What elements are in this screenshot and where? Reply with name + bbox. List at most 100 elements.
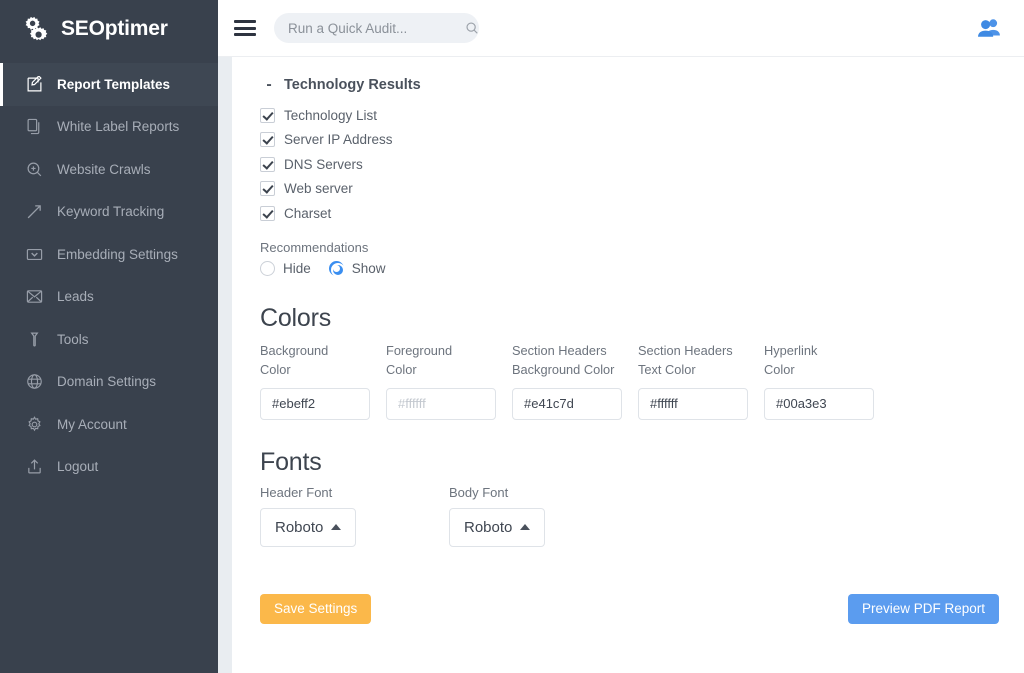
color-field-background-color: Background Color: [260, 341, 386, 420]
sidebar-item-label: Tools: [57, 332, 89, 347]
hamburger-icon[interactable]: [234, 20, 256, 36]
color-field-label: Foreground Color: [386, 341, 512, 379]
radio-row-show[interactable]: Show: [329, 261, 386, 276]
font-field-body-font: Body Font Roboto: [449, 485, 638, 547]
sidebar-item-keyword-tracking[interactable]: Keyword Tracking: [0, 191, 218, 234]
sidebar-item-my-account[interactable]: My Account: [0, 403, 218, 446]
sidebar-item-logout[interactable]: Logout: [0, 446, 218, 489]
checkbox-icon[interactable]: [260, 108, 275, 123]
header-font-value: Roboto: [275, 519, 323, 536]
checkbox-label: DNS Servers: [284, 157, 363, 172]
sidebar-nav: Report Templates White Label Reports Web…: [0, 57, 218, 488]
checkbox-icon[interactable]: [260, 132, 275, 147]
color-label-line1: Section Headers: [638, 341, 764, 360]
color-field-label: Hyperlink Color: [764, 341, 890, 379]
collapse-toggle-icon[interactable]: -: [264, 77, 274, 93]
checkbox-icon[interactable]: [260, 206, 275, 221]
save-settings-button[interactable]: Save Settings: [260, 594, 371, 624]
checkbox-label: Server IP Address: [284, 132, 393, 147]
body-font-select[interactable]: Roboto: [449, 508, 545, 547]
color-field-label: Background Color: [260, 341, 386, 379]
technology-results-header: - Technology Results: [264, 77, 1000, 93]
sidebar-item-label: Embedding Settings: [57, 247, 178, 262]
checkbox-row-dns-servers[interactable]: DNS Servers: [260, 152, 1000, 177]
checkbox-row-technology-list[interactable]: Technology List: [260, 103, 1000, 128]
color-label-line1: Section Headers: [512, 341, 638, 360]
sidebar-item-label: White Label Reports: [57, 119, 179, 134]
checkbox-row-server-ip-address[interactable]: Server IP Address: [260, 128, 1000, 153]
sidebar-item-label: Leads: [57, 289, 94, 304]
sidebar-item-embedding-settings[interactable]: Embedding Settings: [0, 233, 218, 276]
sidebar-item-leads[interactable]: Leads: [0, 276, 218, 319]
chevron-up-icon[interactable]: [520, 524, 530, 530]
quick-audit-search[interactable]: [274, 13, 479, 43]
section-title: Technology Results: [284, 77, 421, 93]
trend-arrow-icon: [26, 203, 43, 220]
search-icon[interactable]: [465, 21, 479, 35]
font-field-label: Body Font: [449, 485, 638, 500]
radio-row-hide[interactable]: Hide: [260, 261, 311, 276]
radio-label: Hide: [283, 261, 311, 276]
colors-heading: Colors: [260, 304, 1000, 333]
sidebar-item-tools[interactable]: Tools: [0, 318, 218, 361]
footer-actions: Save Settings Preview PDF Report: [260, 594, 1000, 624]
sidebar-item-white-label-reports[interactable]: White Label Reports: [0, 106, 218, 149]
settings-content: - Technology Results Technology List Ser…: [232, 57, 1024, 673]
checkbox-icon[interactable]: [260, 181, 275, 196]
color-label-line2: Text Color: [638, 360, 764, 379]
checkbox-row-charset[interactable]: Charset: [260, 201, 1000, 226]
sidebar-item-report-templates[interactable]: Report Templates: [0, 63, 218, 106]
font-field-header-font: Header Font Roboto: [260, 485, 449, 547]
embed-box-icon: [26, 246, 43, 263]
search-plus-icon: [26, 161, 43, 178]
color-field-section-headers-text-color: Section Headers Text Color: [638, 341, 764, 420]
logout-upload-icon: [26, 458, 43, 475]
sidebar-item-domain-settings[interactable]: Domain Settings: [0, 361, 218, 404]
sidebar-item-label: Domain Settings: [57, 374, 156, 389]
preview-pdf-report-button[interactable]: Preview PDF Report: [848, 594, 999, 624]
edit-document-icon: [26, 76, 43, 93]
hamburger-bar: [234, 33, 256, 36]
color-label-line2: Color: [386, 360, 512, 379]
sidebar-item-label: Report Templates: [57, 77, 170, 92]
checkbox-row-web-server[interactable]: Web server: [260, 177, 1000, 202]
color-label-line1: Background: [260, 341, 386, 360]
recommendations-label: Recommendations: [260, 240, 1000, 255]
background-color-input[interactable]: [260, 388, 370, 420]
gear-icon: [26, 416, 43, 433]
brand-logo[interactable]: SEOptimer: [0, 0, 218, 57]
content-area: - Technology Results Technology List Ser…: [218, 57, 1024, 673]
sidebar-item-label: Website Crawls: [57, 162, 151, 177]
section-headers-background-color-input[interactable]: [512, 388, 622, 420]
copy-documents-icon: [26, 118, 43, 135]
color-label-line2: Color: [764, 360, 890, 379]
fonts-heading: Fonts: [260, 448, 1000, 477]
hamburger-bar: [234, 20, 256, 23]
brand-name: SEOptimer: [61, 17, 168, 41]
radio-icon[interactable]: [329, 261, 344, 276]
recommendations-radio-group: Hide Show: [260, 261, 1000, 276]
search-input[interactable]: [288, 21, 465, 36]
radio-icon[interactable]: [260, 261, 275, 276]
checkbox-icon[interactable]: [260, 157, 275, 172]
foreground-color-input[interactable]: [386, 388, 496, 420]
body-font-value: Roboto: [464, 519, 512, 536]
main-pane: - Technology Results Technology List Ser…: [218, 0, 1024, 673]
hyperlink-color-input[interactable]: [764, 388, 874, 420]
users-group-icon[interactable]: [976, 15, 1002, 41]
section-headers-text-color-input[interactable]: [638, 388, 748, 420]
color-label-line1: Hyperlink: [764, 341, 890, 360]
hamburger-bar: [234, 27, 256, 30]
radio-label: Show: [352, 261, 386, 276]
technology-checkbox-list: Technology List Server IP Address DNS Se…: [260, 103, 1000, 226]
header-font-select[interactable]: Roboto: [260, 508, 356, 547]
color-label-line2: Background Color: [512, 360, 638, 379]
sidebar-item-website-crawls[interactable]: Website Crawls: [0, 148, 218, 191]
sidebar-item-label: Keyword Tracking: [57, 204, 164, 219]
color-field-hyperlink-color: Hyperlink Color: [764, 341, 890, 420]
chevron-up-icon[interactable]: [331, 524, 341, 530]
color-field-foreground-color: Foreground Color: [386, 341, 512, 420]
color-field-label: Section Headers Background Color: [512, 341, 638, 379]
app-root: SEOptimer Report Templates White Label R…: [0, 0, 1024, 673]
color-field-label: Section Headers Text Color: [638, 341, 764, 379]
